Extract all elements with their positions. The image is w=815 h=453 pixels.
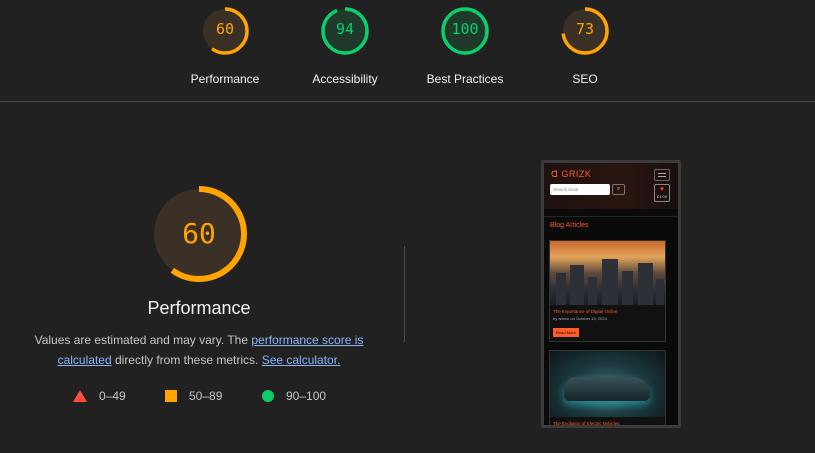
legend-range: 90–100: [286, 389, 327, 403]
performance-score: 60: [182, 217, 216, 250]
gauge-performance[interactable]: 60 Performance: [175, 6, 275, 86]
circle-icon: [262, 390, 274, 402]
site-logo-text: GRIZK: [561, 169, 592, 179]
gauge-label: SEO: [572, 72, 598, 86]
card-title: The Evolution of Electric Vehicles: [553, 421, 620, 425]
car-image: [550, 351, 665, 417]
site-search-input: Search book: [550, 184, 610, 195]
gauge-best-practices[interactable]: 100 Best Practices: [415, 6, 515, 86]
menu-icon: [654, 169, 670, 181]
see-calculator-link[interactable]: See calculator.: [262, 353, 341, 367]
desc-text: Values are estimated and may vary. The: [34, 333, 252, 347]
gauge-score: 94: [335, 20, 355, 38]
heart-icon: ♥: [659, 186, 665, 193]
desc-text: directly from these metrics.: [111, 353, 262, 367]
legend-pass: 90–100: [262, 389, 326, 403]
final-screenshot[interactable]: ᗡ GRIZK Search book ⌕ ♥ £1.00 Blog Artic…: [541, 160, 681, 428]
category-summary: 60 Performance 94 Accessibility 100 Best…: [0, 0, 815, 101]
performance-description: Values are estimated and may vary. The p…: [24, 330, 374, 370]
triangle-icon: [73, 390, 87, 402]
cart-price: £1.00: [656, 194, 667, 199]
city-image: [550, 241, 665, 305]
gauge-label: Performance: [190, 72, 260, 86]
performance-title: Performance: [147, 298, 251, 318]
section-title: Blog Articles: [550, 222, 589, 229]
site-logo: ᗡ GRIZK: [551, 169, 592, 179]
search-icon: ⌕: [612, 184, 625, 195]
gauge-accessibility[interactable]: 94 Accessibility: [295, 6, 395, 86]
gauge-score: 73: [575, 20, 595, 38]
cart-icon: ♥ £1.00: [654, 184, 670, 202]
legend-fail: 0–49: [73, 389, 126, 403]
blog-card: The Evolution of Electric Vehicles: [549, 350, 666, 425]
legend-average: 50–89: [165, 389, 222, 403]
blog-card: The Importance of Digital Online by admi…: [549, 240, 666, 342]
performance-gauge-large: 60: [140, 175, 258, 293]
legend-range: 0–49: [99, 389, 126, 403]
read-more-button: Read More: [553, 328, 579, 337]
gauge-label: Best Practices: [426, 72, 504, 86]
header-divider: [544, 216, 678, 217]
legend-range: 50–89: [189, 389, 223, 403]
square-icon: [165, 390, 177, 402]
card-meta: by admin on October 15, 2024: [553, 316, 607, 321]
gauge-label: Accessibility: [312, 72, 378, 86]
section-divider: [404, 246, 405, 342]
summary-divider: [0, 101, 815, 102]
gauge-seo[interactable]: 73 SEO: [535, 6, 635, 86]
gauge-score: 60: [215, 20, 235, 38]
phone-screen: ᗡ GRIZK Search book ⌕ ♥ £1.00 Blog Artic…: [544, 163, 678, 425]
card-title: The Importance of Digital Online: [553, 309, 618, 314]
gauge-score: 100: [451, 20, 479, 38]
